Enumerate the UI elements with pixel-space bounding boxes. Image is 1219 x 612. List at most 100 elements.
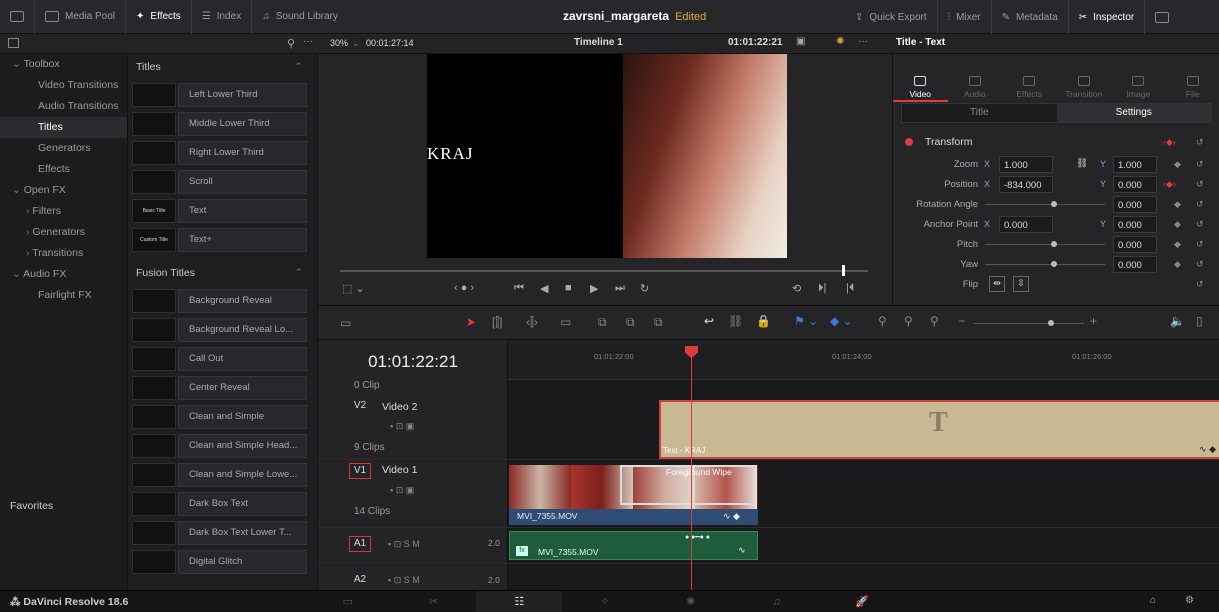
reset-icon[interactable]: ↺ <box>1196 279 1204 290</box>
sidebar-item[interactable]: ⌄ Open FX <box>0 180 127 201</box>
slider-knob[interactable] <box>1051 201 1057 207</box>
scrubber-handle[interactable] <box>842 265 845 276</box>
sidebar-item[interactable]: Titles <box>0 117 127 138</box>
anchor-y-field[interactable]: 0.000 <box>1113 216 1157 233</box>
tab-file[interactable]: File <box>1166 74 1219 102</box>
overwrite-clip-icon[interactable]: ⧉ <box>626 315 635 330</box>
index-button[interactable]: ☰ Index <box>192 0 253 34</box>
sidebar-item[interactable]: Generators <box>0 138 127 159</box>
zoom-in-icon[interactable]: + <box>1090 314 1097 328</box>
rotation-slider[interactable] <box>985 201 1105 207</box>
viewer-layout-icon[interactable]: ⬚ ⌄ <box>342 282 365 295</box>
fusion-titles-section-header[interactable]: Fusion Titles ⌃ <box>128 260 317 286</box>
pitch-field[interactable]: 0.000 <box>1113 236 1157 253</box>
reset-icon[interactable]: ↺ <box>1196 239 1204 250</box>
anchor-x-field[interactable]: 0.000 <box>999 216 1053 233</box>
home-icon[interactable]: ⌂ <box>1150 595 1156 606</box>
effect-list-item[interactable]: Clean and Simple <box>132 402 307 431</box>
v2-track-name[interactable]: Video 2 <box>382 401 417 413</box>
sidebar-item[interactable]: ⌄ Audio FX <box>0 264 127 285</box>
effect-list-item[interactable]: Digital Glitch <box>132 547 307 576</box>
reset-icon[interactable]: ↺ <box>1196 179 1204 190</box>
keyframe-icon[interactable]: ‹◆› <box>1163 179 1176 190</box>
slider-knob[interactable] <box>1051 241 1057 247</box>
effect-list-item[interactable]: Clean and Simple Head... <box>132 431 307 460</box>
yaw-slider[interactable] <box>985 261 1105 267</box>
position-lock-icon[interactable]: 🔒 <box>756 314 771 328</box>
page-deliver[interactable]: 🚀 <box>819 591 905 612</box>
linked-selection-icon[interactable]: ⛓ <box>728 314 743 328</box>
mark-in-icon[interactable]: ⏵| <box>818 282 826 295</box>
page-cut[interactable]: ✂ <box>391 591 477 612</box>
tab-video[interactable]: Video <box>893 74 948 102</box>
effect-list-item[interactable]: Dark Box Text Lower T... <box>132 518 307 547</box>
zoom-out-icon[interactable]: − <box>958 314 965 328</box>
titles-section-header[interactable]: Titles ⌃ <box>128 54 317 80</box>
dynamic-trim-icon[interactable]: ‹⫿› <box>526 315 538 330</box>
reset-icon[interactable]: ↺ <box>1196 219 1204 230</box>
effect-list-item[interactable]: Middle Lower Third <box>132 109 307 138</box>
sidebar-toggle-icon[interactable] <box>8 38 19 48</box>
gear-icon[interactable]: ⚙ <box>1185 595 1194 606</box>
page-media[interactable]: ▭ <box>305 591 391 612</box>
track-controls-icon[interactable]: ▪ ⊡ ▣ <box>390 421 414 432</box>
sidebar-item[interactable]: ⌄ Toolbox <box>0 54 127 75</box>
sidebar-item[interactable]: Video Transitions <box>0 75 127 96</box>
zoom-detail-icon[interactable]: ⚲ <box>904 314 913 328</box>
reset-icon[interactable]: ↺ <box>1196 199 1204 210</box>
zoom-x-field[interactable]: 1.000 <box>999 156 1053 173</box>
timeline-ruler[interactable]: 01:01:22:00 01:01:24:00 01:01:26:00 <box>508 340 1219 380</box>
mark-out-icon[interactable]: |⏴ <box>846 282 854 295</box>
search-icon[interactable]: ⚲ <box>287 37 295 50</box>
marker-icon[interactable]: ◆ ⌄ <box>830 314 853 328</box>
color-wheel-icon[interactable]: ✺ <box>836 36 844 47</box>
slider-knob[interactable] <box>1051 261 1057 267</box>
tab-effects[interactable]: Effects <box>1002 74 1057 102</box>
reset-icon[interactable]: ↺ <box>1196 137 1204 148</box>
keyframe-icon[interactable]: ◆ <box>1174 199 1181 210</box>
sidebar-item[interactable]: Audio Transitions <box>0 96 127 117</box>
play-reverse-icon[interactable]: ◀ <box>540 282 548 295</box>
rotation-field[interactable]: 0.000 <box>1113 196 1157 213</box>
viewer-zoom[interactable]: 30% <box>330 38 348 48</box>
audio-track-controls-icon[interactable]: ▪ ⊡ S M <box>388 575 420 586</box>
skip-forward-icon[interactable]: ⏭ <box>615 282 625 295</box>
sidebar-item[interactable]: Effects <box>0 159 127 180</box>
link-icon[interactable]: ⛓ <box>1076 158 1088 169</box>
sidebar-item[interactable]: › Generators <box>0 222 127 243</box>
transform-section-label[interactable]: Transform <box>925 136 972 148</box>
timeline-name[interactable]: Timeline 1 <box>574 37 623 48</box>
view-options-icon[interactable]: ▣ <box>796 36 805 47</box>
match-frame-icon[interactable]: ⟲ <box>792 282 801 295</box>
page-fusion[interactable]: ✧ <box>562 591 648 612</box>
media-pool-button[interactable]: Media Pool <box>35 0 127 34</box>
tab-image[interactable]: Image <box>1111 74 1166 102</box>
viewer-scrubber[interactable] <box>340 265 868 276</box>
track-controls-icon[interactable]: ▪ ⊡ ▣ <box>390 485 414 496</box>
sidebar-item[interactable]: › Transitions <box>0 243 127 264</box>
effect-list-item[interactable]: Dark Box Text <box>132 489 307 518</box>
chevron-down-icon[interactable]: ⌄ <box>352 38 360 49</box>
reset-icon[interactable]: ↺ <box>1196 159 1204 170</box>
mixer-button[interactable]: ⫶ Mixer <box>938 0 992 34</box>
flip-vertical-icon[interactable]: ⇳ <box>1013 276 1029 292</box>
a1-track-tag[interactable]: A1 <box>349 536 371 552</box>
effects-button[interactable]: ✦ Effects <box>126 0 192 34</box>
clip-curve-icon[interactable]: ∿ ◆ <box>723 511 740 522</box>
effect-list-item[interactable]: Background Reveal <box>132 286 307 315</box>
audio-keyframe-icon[interactable]: ● ●━● ● <box>685 533 710 541</box>
effect-list-item[interactable]: Center Reveal <box>132 373 307 402</box>
audio-meter-icon[interactable]: ▯ <box>1196 314 1203 328</box>
audio-speaker-icon[interactable]: 🔈 <box>1170 314 1185 328</box>
reset-icon[interactable]: ↺ <box>1196 259 1204 270</box>
effect-list-item[interactable]: Basic Title Text <box>132 196 307 225</box>
selection-tool-icon[interactable]: ➤ <box>466 315 476 329</box>
position-x-field[interactable]: -834.000 <box>999 176 1053 193</box>
audio-clip[interactable]: ● ●━● ● fx MVI_7355.MOV ∿ <box>509 531 758 560</box>
effect-list-item[interactable]: Scroll <box>132 167 307 196</box>
sidebar-item[interactable]: Fairlight FX <box>0 285 127 306</box>
more-options-icon[interactable]: ··· <box>303 36 313 47</box>
metadata-button[interactable]: ✎ Metadata <box>992 0 1069 34</box>
more-options-icon[interactable]: ··· <box>858 36 868 47</box>
audio-track-controls-icon[interactable]: ▪ ⊡ S M <box>388 539 420 550</box>
